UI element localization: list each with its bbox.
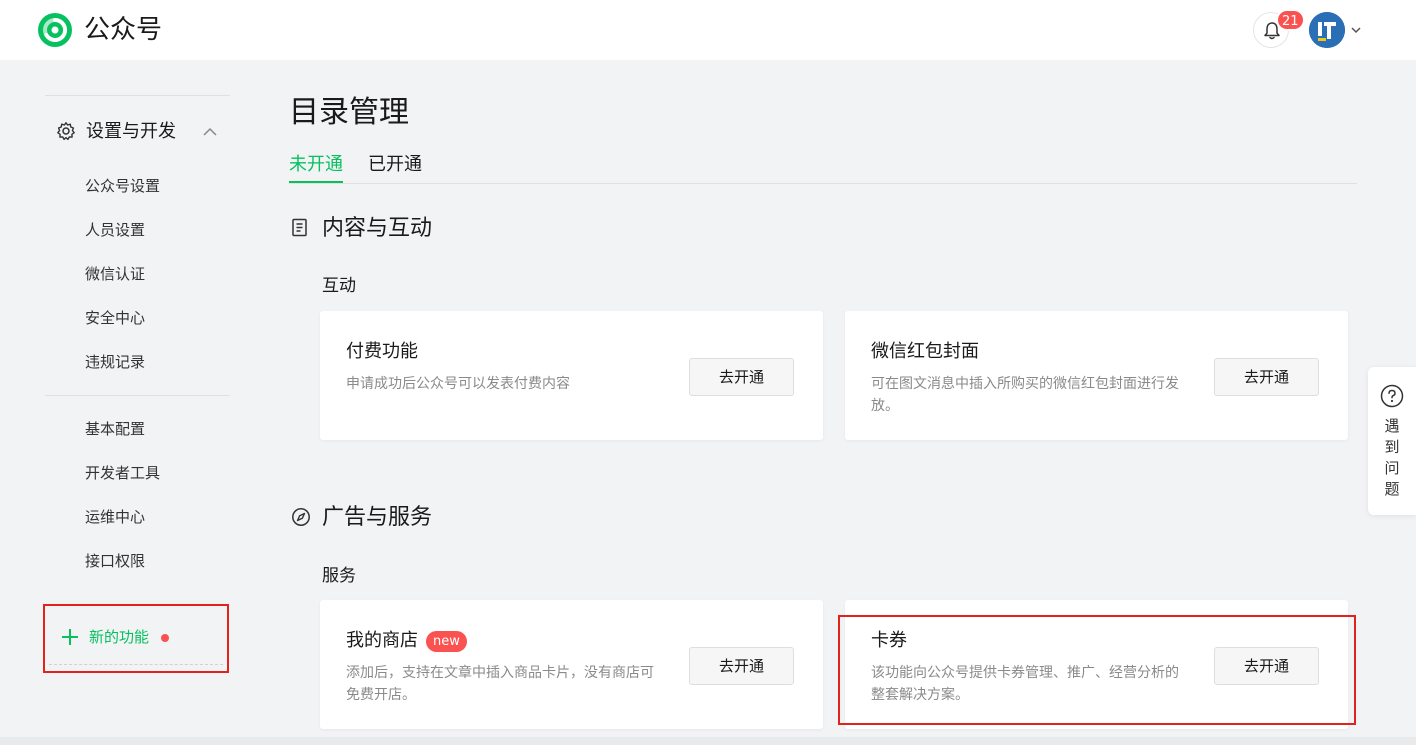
chevron-down-icon[interactable]: [1350, 24, 1362, 36]
plus-icon: [62, 629, 78, 645]
sidebar-group-settings-dev[interactable]: 设置与开发: [56, 118, 230, 146]
card-title: 付费功能: [346, 341, 418, 362]
section-title: 内容与互动: [322, 216, 433, 241]
feature-card-my-store: 我的商店 new 添加后，支持在文章中插入商品卡片，没有商店可免费开店。 去开通: [320, 600, 823, 729]
avatar[interactable]: [1309, 12, 1345, 48]
card-title: 微信红包封面: [871, 341, 979, 362]
section-subtitle: 互动: [322, 276, 356, 296]
wechat-official-account-logo-icon[interactable]: [37, 12, 73, 48]
feature-card-red-packet-cover: 微信红包封面 可在图文消息中插入所购买的微信红包封面进行发放。 去开通: [845, 311, 1348, 440]
avatar-image: [1309, 12, 1345, 48]
sidebar-item-account-settings[interactable]: 公众号设置: [85, 175, 160, 197]
question-circle-icon: [1380, 384, 1404, 408]
notification-badge: 21: [1276, 9, 1305, 31]
card-description: 添加后，支持在文章中插入商品卡片，没有商店可免费开店。: [346, 665, 654, 703]
new-features-highlight-box: 新的功能: [43, 604, 229, 673]
card-title: 我的商店: [346, 630, 418, 651]
tab-not-enabled[interactable]: 未开通: [289, 152, 343, 178]
tab-enabled[interactable]: 已开通: [368, 152, 422, 178]
gear-icon: [57, 122, 75, 141]
new-features-button[interactable]: 新的功能: [49, 610, 223, 665]
enable-button[interactable]: 去开通: [689, 358, 794, 396]
sidebar-divider: [45, 395, 230, 396]
sidebar-item-basic-config[interactable]: 基本配置: [85, 418, 145, 440]
app-title: 公众号: [84, 15, 163, 45]
section-title: 广告与服务: [322, 505, 433, 530]
enable-button[interactable]: 去开通: [689, 647, 794, 685]
card-description: 可在图文消息中插入所购买的微信红包封面进行发放。: [871, 376, 1179, 414]
sidebar-item-violation-records[interactable]: 违规记录: [85, 351, 145, 373]
top-header: 公众号 21: [0, 0, 1416, 60]
new-badge: new: [426, 631, 467, 652]
new-features-dot: [161, 634, 169, 642]
sidebar: 设置与开发 公众号设置 人员设置 微信认证 安全中心 违规记录 基本配置 开发者…: [0, 60, 260, 745]
feature-card-paid-content: 付费功能 申请成功后公众号可以发表付费内容 去开通: [320, 311, 823, 440]
card-description: 申请成功后公众号可以发表付费内容: [346, 376, 570, 392]
document-icon: [292, 218, 307, 237]
sidebar-item-developer-tools[interactable]: 开发者工具: [85, 462, 160, 484]
tab-active-indicator: [289, 181, 343, 183]
sidebar-item-wechat-verification[interactable]: 微信认证: [85, 263, 145, 285]
enable-button[interactable]: 去开通: [1214, 358, 1319, 396]
sidebar-item-security-center[interactable]: 安全中心: [85, 307, 145, 329]
sidebar-group-label: 设置与开发: [86, 121, 176, 142]
sidebar-item-personnel-settings[interactable]: 人员设置: [85, 219, 145, 241]
section-subtitle: 服务: [322, 566, 356, 586]
help-label: 遇到问题: [1384, 417, 1400, 498]
sidebar-item-ops-center[interactable]: 运维中心: [85, 506, 145, 528]
compass-icon: [292, 508, 310, 526]
tab-bar: 未开通 已开通: [289, 152, 1357, 184]
coupons-highlight-box: [838, 615, 1356, 725]
sidebar-divider: [45, 95, 230, 96]
help-float-button[interactable]: 遇到问题: [1368, 367, 1416, 515]
bottom-toolbar-strip: [0, 737, 1416, 745]
chevron-up-icon[interactable]: [202, 124, 218, 140]
page-title: 目录管理: [289, 95, 409, 130]
sidebar-item-api-permissions[interactable]: 接口权限: [85, 550, 145, 572]
new-features-label: 新的功能: [89, 628, 150, 646]
